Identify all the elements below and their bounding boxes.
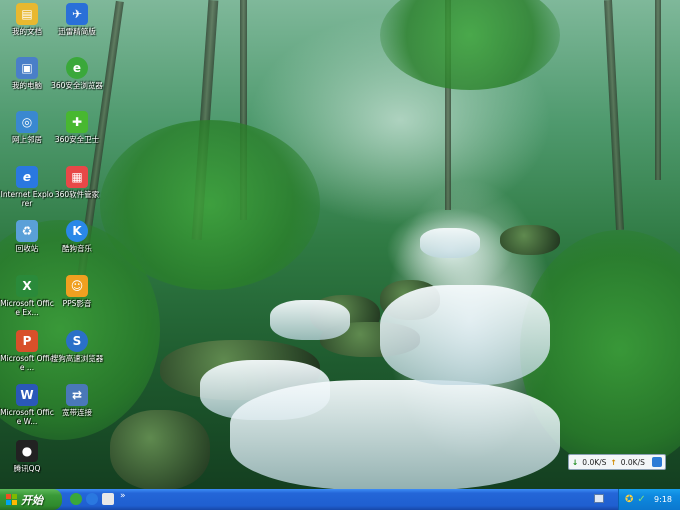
desktop-icon-word[interactable]: W Microsoft Office W... [0,384,54,426]
start-button[interactable]: 开始 [0,489,62,510]
wallpaper-tree [603,0,625,231]
quick-launch-qq-icon[interactable] [102,493,114,505]
desktop-icon-thunder[interactable]: ✈ 迅雷精简版 [50,3,104,36]
ie-icon: e [16,166,38,188]
desktop-icon-powerpoint[interactable]: P Microsoft Office ... [0,330,54,372]
powerpoint-icon: P [16,330,38,352]
taskbar: 开始 » ✪ ✓ 9:18 [0,489,680,510]
word-icon: W [16,384,38,406]
desktop-icon-pps[interactable]: ☺ PPS影音 [50,275,104,308]
thunder-bird-icon: ✈ [66,3,88,25]
windows-logo-icon [6,494,17,505]
desktop-icon-my-documents[interactable]: ▤ 我的文档 [0,3,54,36]
desktop-icon-recycle-bin[interactable]: ♻ 回收站 [0,220,54,253]
network-icon: ◎ [16,111,38,133]
desktop-icon-360-software-manager[interactable]: ▦ 360软件管家 [50,166,104,199]
network-speed-widget[interactable]: ↓ 0.0K/S ↑ 0.0K/S [568,454,666,470]
wallpaper-waterfall [420,228,480,258]
clock[interactable]: 9:18 [654,495,672,504]
qq-penguin-icon: ● [16,440,38,462]
sogou-browser-icon: S [66,330,88,352]
ie-small-icon[interactable] [652,457,662,467]
desktop-icon-360-browser[interactable]: e 360安全浏览器 [50,57,104,90]
keyboard-icon[interactable] [594,494,604,503]
quick-launch-more-button[interactable]: » [120,491,126,501]
desktop-icon-sogou-browser[interactable]: S 搜狗高速浏览器 [50,330,104,363]
browser-360-icon: e [66,57,88,79]
quick-launch-ie-icon[interactable] [86,493,98,505]
pps-icon: ☺ [66,275,88,297]
download-speed: 0.0K/S [582,457,607,467]
upload-arrow-icon: ↑ [610,457,617,467]
desktop-icon-excel[interactable]: X Microsoft Office Ex... [0,275,54,317]
recycle-bin-icon: ♻ [16,220,38,242]
quick-launch-360-browser-icon[interactable] [70,493,82,505]
excel-icon: X [16,275,38,297]
desktop-icon-my-computer[interactable]: ▣ 我的电脑 [0,57,54,90]
wallpaper-leaves [380,0,560,90]
security-tray-icon[interactable]: ✪ [625,494,633,505]
wallpaper-waterfall [270,300,350,340]
desktop-icon-qq[interactable]: ● 腾讯QQ [0,440,54,473]
broadband-icon: ⇄ [66,384,88,406]
wallpaper-stream [380,285,550,385]
desktop-icon-kugou[interactable]: K 酷狗音乐 [50,220,104,253]
desktop[interactable]: ▤ 我的文档 ▣ 我的电脑 ◎ 网上邻居 e Internet Explorer… [0,0,680,489]
upload-speed: 0.0K/S [620,457,645,467]
wallpaper-rock [110,410,210,489]
folder-documents-icon: ▤ [16,3,38,25]
wallpaper-tree [655,0,661,180]
software-manager-icon: ▦ [66,166,88,188]
download-arrow-icon: ↓ [572,457,579,467]
kugou-icon: K [66,220,88,242]
desktop-icon-broadband[interactable]: ⇄ 宽带连接 [50,384,104,417]
wallpaper-stream [230,380,560,489]
network-tray-icon[interactable]: ✓ [637,494,645,505]
start-label: 开始 [21,493,43,507]
desktop-icon-internet-explorer[interactable]: e Internet Explorer [0,166,54,208]
system-tray: ✪ ✓ 9:18 [618,489,680,510]
shield-360-icon: ✚ [66,111,88,133]
desktop-icon-360-safeguard[interactable]: ✚ 360安全卫士 [50,111,104,144]
desktop-icon-network[interactable]: ◎ 网上邻居 [0,111,54,144]
wallpaper-rock [500,225,560,255]
computer-icon: ▣ [16,57,38,79]
